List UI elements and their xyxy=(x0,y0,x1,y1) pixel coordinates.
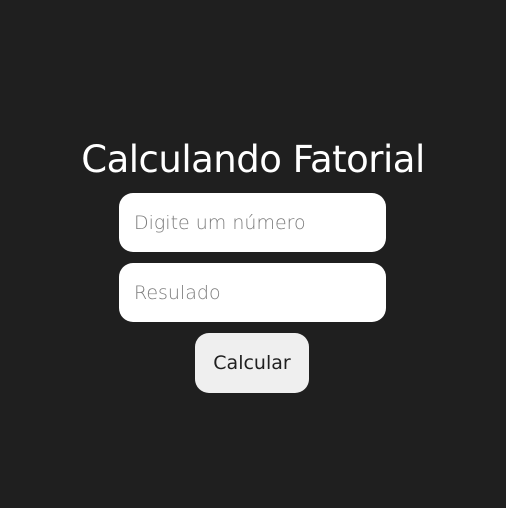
calculate-button[interactable]: Calcular xyxy=(195,333,309,393)
factorial-page: Calculando Fatorial Calcular xyxy=(0,0,506,508)
page-title: Calculando Fatorial xyxy=(81,138,425,181)
result-field[interactable] xyxy=(119,263,386,322)
number-input[interactable] xyxy=(119,193,386,252)
